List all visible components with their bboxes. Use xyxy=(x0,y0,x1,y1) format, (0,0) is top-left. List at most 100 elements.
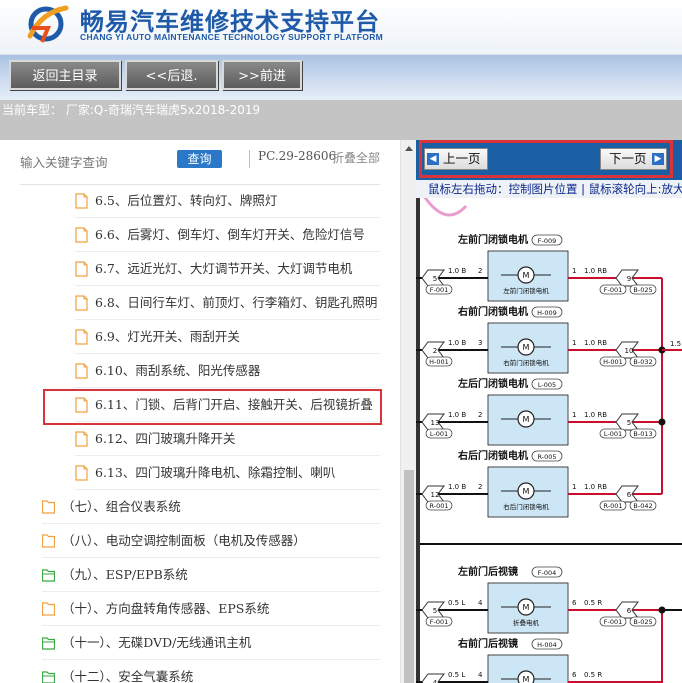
selected-item-highlight xyxy=(43,389,382,425)
wiring-diagram[interactable]: 左前门闭锁电机 F-009 M 左前门闭锁电机 1.0 B 2 1 1.0 RB 5 F-001 9… xyxy=(416,198,682,683)
diagram-label: 2 xyxy=(433,347,437,355)
file-icon xyxy=(75,329,88,345)
tree-item[interactable]: （十二）、安全气囊系统 xyxy=(42,661,380,683)
tree-item[interactable]: 6.10、雨刮系统、阳光传感器 xyxy=(75,355,380,388)
diagram-label: 右前门闭锁电机 xyxy=(457,305,528,318)
tree-item[interactable]: （八）、电动空调控制面板（电机及传感器） xyxy=(42,525,380,558)
tree-item[interactable]: 6.7、远近光灯、大灯调节开关、大灯调节电机 xyxy=(75,253,380,286)
diagram-label: 3 xyxy=(478,339,482,347)
diagram-label: F-001 xyxy=(604,286,623,294)
file-icon xyxy=(75,261,88,277)
tree-item-label: 6.6、后雾灯、倒车灯、倒车灯开关、危险灯信号 xyxy=(95,227,365,242)
tree-item-label: 6.10、雨刮系统、阳光传感器 xyxy=(95,363,261,378)
diagram-label: 右后门闭锁电机 xyxy=(503,502,549,511)
tree-item[interactable]: 6.12、四门玻璃升降开关 xyxy=(75,423,380,456)
diagram-label: R-005 xyxy=(537,453,556,461)
diagram-label: B-025 xyxy=(633,618,652,626)
tree-item[interactable]: 6.5、后位置灯、转向灯、牌照灯 xyxy=(75,185,380,218)
divider xyxy=(249,150,250,168)
file-icon xyxy=(75,227,88,243)
diagram-label: 0.5 R xyxy=(584,671,602,679)
tree-item-label: 6.12、四门玻璃升降开关 xyxy=(95,431,236,446)
tree-item[interactable]: （十）、方向盘转角传感器、EPS系统 xyxy=(42,593,380,626)
watermark-icon xyxy=(423,198,468,217)
viewer-hint: 鼠标左右拖动：控制图片位置 | 鼠标滚轮向上:放大 xyxy=(416,180,682,198)
motor-symbol-letter-icon: M xyxy=(523,487,530,496)
search-button[interactable]: 查询 xyxy=(177,150,222,168)
diagram-label: F-004 xyxy=(538,569,557,577)
diagram-label: 9 xyxy=(627,275,631,283)
app-subtitle: CHANG YI AUTO MAINTENANCE TECHNOLOGY SUP… xyxy=(80,32,384,42)
diagram-label: F-001 xyxy=(604,618,623,626)
catalog-tree-panel: 查询 PC.29-28606 折叠全部 6.5、后位置灯、转向灯、牌照灯 6.6、… xyxy=(0,140,400,683)
motor-symbol-letter-icon: M xyxy=(523,603,530,612)
page-nav-bar: ◀ 上一页 下一页 ▶ xyxy=(416,140,682,180)
diagram-label: 折叠电机 xyxy=(513,618,540,627)
tree-item[interactable]: （九）、ESP/EPB系统 xyxy=(42,559,380,592)
diagram-label: 1.5 xyxy=(670,340,681,348)
junction-dot xyxy=(658,418,666,426)
diagram-label: 0.5 L xyxy=(448,671,465,679)
forward-button[interactable]: >>前进 xyxy=(222,60,302,90)
diagram-viewer: ◀ 上一页 下一页 ▶ 鼠标左右拖动：控制图片位置 | 鼠标滚轮向上:放大 左前… xyxy=(416,140,682,683)
diagram-label: 1.0 RB xyxy=(584,267,607,275)
diagram-label: 1.0 B xyxy=(448,411,466,419)
tree-item-label: 6.13、四门玻璃升降电机、除霜控制、喇叭 xyxy=(95,465,336,480)
diagram-label: 1.0 B xyxy=(448,339,466,347)
main-toolbar: 返回主目录 <<后退. >>前进 xyxy=(0,55,682,100)
diagram-label: 6 xyxy=(627,607,632,615)
nav-highlight-frame xyxy=(419,140,673,178)
motor-symbol-letter-icon: M xyxy=(523,675,530,683)
tree-item[interactable]: 6.8、日间行车灯、前顶灯、行李箱灯、钥匙孔照明 xyxy=(75,287,380,320)
tree-scrollbar[interactable] xyxy=(400,140,416,683)
motor-symbol-letter-icon: M xyxy=(523,343,530,352)
tree-item[interactable]: （七）、组合仪表系统 xyxy=(42,491,380,524)
tree-item-label: （七）、组合仪表系统 xyxy=(62,499,181,514)
diagram-label: 1 xyxy=(572,339,576,347)
tree-item[interactable]: 6.9、灯光开关、雨刮开关 xyxy=(75,321,380,354)
tree-item-label: （八）、电动空调控制面板（电机及传感器） xyxy=(62,533,306,548)
collapse-all-link[interactable]: 折叠全部 xyxy=(332,149,380,166)
diagram-label: 左前门闭锁电机 xyxy=(503,286,549,295)
diagram-label: F-009 xyxy=(538,237,557,245)
tree-item[interactable]: （十一）、无碟DVD/无线通讯主机 xyxy=(42,627,380,660)
diagram-label: F-001 xyxy=(430,286,449,294)
vehicle-info-bar: 当前车型： 厂家:Q-奇瑞汽车瑞虎5x2018-2019 xyxy=(0,100,682,140)
diagram-label: 6 xyxy=(572,599,577,607)
diagram-label: 10 xyxy=(625,347,634,355)
diagram-label: 12 xyxy=(431,491,440,499)
diagram-label: 4 xyxy=(478,671,483,679)
diagram-label: 左后门闭锁电机 xyxy=(457,377,528,390)
diagram-label: 5 xyxy=(433,275,437,283)
diagram-label: 右后门闭锁电机 xyxy=(457,449,528,462)
diagram-label: 13 xyxy=(431,419,440,427)
home-button[interactable]: 返回主目录 xyxy=(9,60,121,90)
search-row: 查询 PC.29-28606 折叠全部 xyxy=(20,148,390,176)
tree-item[interactable]: 6.6、后雾灯、倒车灯、倒车灯开关、危险灯信号 xyxy=(75,219,380,252)
diagram-label: 0.5 R xyxy=(584,599,602,607)
scroll-up-arrow-icon[interactable] xyxy=(405,146,413,151)
back-button[interactable]: <<后退. xyxy=(125,60,218,90)
folder-open-icon xyxy=(42,637,55,650)
diagram-label: H-004 xyxy=(537,641,557,649)
search-input[interactable] xyxy=(20,152,170,172)
diagram-label: R-001 xyxy=(429,502,448,510)
diagram-label: H-001 xyxy=(603,358,623,366)
diagram-label: 1.0 RB xyxy=(584,411,607,419)
diagram-label: B-042 xyxy=(633,502,652,510)
folder-open-icon xyxy=(42,569,55,582)
diagram-label: 5 xyxy=(627,419,631,427)
tree-item-label: （十二）、安全气囊系统 xyxy=(62,669,194,683)
diagram-label: R-001 xyxy=(603,502,622,510)
tree-item-label: （九）、ESP/EPB系统 xyxy=(62,567,188,582)
file-icon xyxy=(75,465,88,481)
file-icon xyxy=(75,295,88,311)
tree-item[interactable]: 6.13、四门玻璃升降电机、除霜控制、喇叭 xyxy=(75,457,380,490)
diagram-label: 2 xyxy=(478,483,482,491)
diagram-label: 6 xyxy=(627,491,632,499)
file-icon xyxy=(75,431,88,447)
diagram-label: 左前门闭锁电机 xyxy=(457,233,528,246)
tree-item-label: 6.8、日间行车灯、前顶灯、行李箱灯、钥匙孔照明 xyxy=(95,295,378,310)
scroll-thumb[interactable] xyxy=(404,470,414,683)
diagram-label: 6 xyxy=(572,671,577,679)
